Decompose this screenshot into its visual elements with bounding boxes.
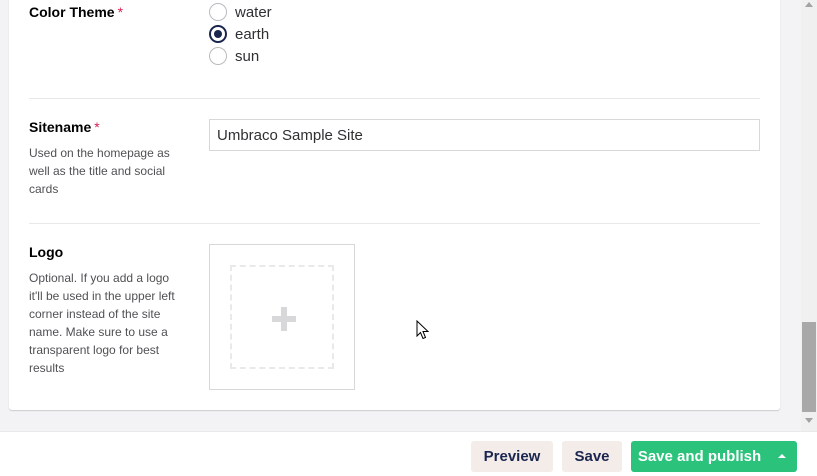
publish-options-button[interactable]: [768, 441, 797, 472]
sitename-input[interactable]: [209, 119, 760, 151]
save-button[interactable]: Save: [562, 441, 622, 472]
required-marker: *: [94, 119, 100, 135]
vertical-scrollbar[interactable]: [801, 0, 817, 431]
property-sitename: Sitename * Used on the homepage as well a…: [29, 119, 760, 199]
radio-sun[interactable]: [209, 47, 227, 65]
content-card: Color Theme * water earth sun Sitename * U…: [9, 0, 780, 410]
property-divider: [29, 223, 760, 224]
scrollbar-thumb[interactable]: [802, 322, 816, 412]
radio-label-sun[interactable]: sun: [235, 48, 259, 65]
required-marker: *: [117, 4, 124, 20]
radio-label-earth[interactable]: earth: [235, 26, 269, 43]
editor-footer: Preview Save Save and publish: [0, 431, 817, 476]
radio-water[interactable]: [209, 3, 227, 21]
radio-option-water[interactable]: water: [209, 1, 272, 23]
radio-option-sun[interactable]: sun: [209, 45, 259, 67]
radio-label-water[interactable]: water: [235, 4, 272, 21]
sitename-description: Used on the homepage as well as the titl…: [29, 146, 170, 196]
plus-icon: [272, 307, 296, 331]
scroll-up-arrow-icon[interactable]: [805, 2, 813, 7]
color-theme-label: Color Theme *: [29, 4, 124, 20]
property-logo: Logo Optional. If you add a logo it'll b…: [29, 244, 760, 394]
radio-earth[interactable]: [209, 25, 227, 43]
save-and-publish-button[interactable]: Save and publish: [631, 441, 768, 472]
logo-description: Optional. If you add a logo it'll be use…: [29, 271, 175, 375]
property-divider: [29, 98, 760, 99]
logo-label: Logo: [29, 244, 64, 260]
add-media-button[interactable]: [230, 265, 334, 369]
mouse-cursor-icon: [416, 319, 430, 340]
editor-viewport: Color Theme * water earth sun Sitename * U…: [0, 0, 817, 431]
caret-up-icon: [778, 454, 786, 458]
logo-media-picker: [209, 244, 355, 390]
radio-option-earth[interactable]: earth: [209, 23, 269, 45]
scroll-down-arrow-icon[interactable]: [805, 418, 813, 423]
sitename-label: Sitename *: [29, 119, 100, 135]
property-color-theme: Color Theme * water earth sun: [29, 1, 760, 84]
preview-button[interactable]: Preview: [471, 441, 553, 472]
